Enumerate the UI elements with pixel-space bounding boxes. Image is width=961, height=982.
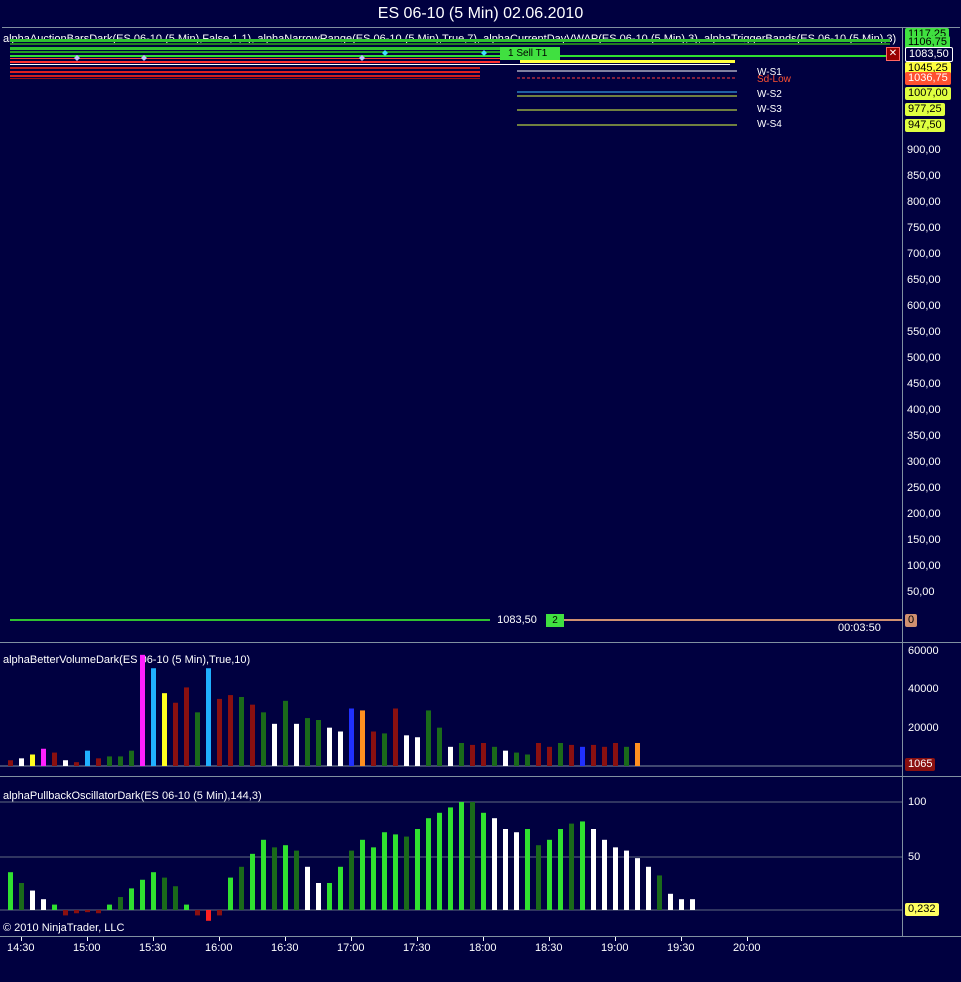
oscillator-bar: [679, 899, 684, 910]
oscillator-bar: [118, 897, 123, 910]
time-axis-tick: [153, 937, 154, 941]
oscillator-bar: [503, 829, 508, 910]
oscillator-bar: [492, 818, 497, 910]
oscillator-bar: [602, 839, 607, 910]
oscillator-bar: [129, 888, 134, 910]
time-axis-label: 20:00: [733, 942, 761, 954]
oscillator-bar: [404, 836, 409, 910]
oscillator-bar: [690, 899, 695, 910]
oscillator-bar: [613, 847, 618, 910]
oscillator-chart: [0, 801, 902, 921]
oscillator-bar: [261, 839, 266, 910]
oscillator-bar: [8, 872, 13, 910]
time-axis-tick: [417, 937, 418, 941]
oscillator-bar: [591, 829, 596, 910]
time-axis-label: 16:30: [271, 942, 299, 954]
oscillator-bar: [382, 832, 387, 910]
oscillator-bar: [85, 910, 90, 913]
time-axis-tick: [87, 937, 88, 941]
oscillator-bar: [151, 872, 156, 910]
oscillator-bar: [173, 886, 178, 910]
oscillator-bar: [41, 899, 46, 910]
oscillator-bar: [184, 904, 189, 910]
time-axis-label: 15:30: [139, 942, 167, 954]
time-axis-label: 14:30: [7, 942, 35, 954]
oscillator-bar: [624, 850, 629, 910]
oscillator-bar: [206, 910, 211, 921]
oscillator-bar: [470, 802, 475, 910]
time-axis-label: 15:00: [73, 942, 101, 954]
oscillator-bar: [393, 834, 398, 910]
time-axis-tick: [285, 937, 286, 941]
oscillator-bar: [63, 910, 68, 916]
oscillator-bar: [96, 910, 101, 914]
oscillator-bar: [327, 883, 332, 910]
oscillator-bar: [426, 818, 431, 910]
oscillator-bar: [448, 807, 453, 910]
time-axis-tick: [549, 937, 550, 941]
time-axis-tick: [615, 937, 616, 941]
oscillator-bar: [19, 883, 24, 910]
oscillator-bar: [580, 821, 585, 910]
oscillator-bar: [316, 883, 321, 910]
time-axis-label: 18:00: [469, 942, 497, 954]
oscillator-bar: [250, 853, 255, 910]
oscillator-bar: [415, 829, 420, 910]
time-axis-label: 17:30: [403, 942, 431, 954]
oscillator-bar: [349, 850, 354, 910]
oscillator-bar: [635, 858, 640, 910]
oscillator-bar: [338, 866, 343, 910]
oscillator-bar: [217, 910, 222, 916]
oscillator-bar: [547, 839, 552, 910]
oscillator-bar: [294, 850, 299, 910]
oscillator-bar: [371, 847, 376, 910]
time-axis-tick: [351, 937, 352, 941]
oscillator-bar: [437, 812, 442, 910]
oscillator-bar: [283, 845, 288, 910]
oscillator-bar: [162, 877, 167, 910]
time-axis-tick: [21, 937, 22, 941]
copyright: © 2010 NinjaTrader, LLC: [3, 922, 125, 934]
time-axis-label: 17:00: [337, 942, 365, 954]
time-axis-tick: [747, 937, 748, 941]
time-axis-label: 19:30: [667, 942, 695, 954]
time-axis-label: 18:30: [535, 942, 563, 954]
oscillator-bar: [525, 829, 530, 910]
oscillator-bar: [195, 910, 200, 916]
oscillator-bar: [30, 890, 35, 910]
oscillator-bar: [459, 802, 464, 910]
time-axis-tick: [219, 937, 220, 941]
oscillator-bar: [239, 866, 244, 910]
oscillator-bar: [305, 866, 310, 910]
oscillator-bar: [74, 910, 79, 914]
oscillator-bar: [514, 832, 519, 910]
oscillator-bar: [228, 877, 233, 910]
oscillator-bar: [272, 847, 277, 910]
time-axis-tick: [681, 937, 682, 941]
oscillator-bar: [646, 866, 651, 910]
oscillator-bar: [558, 829, 563, 910]
oscillator-bar: [360, 839, 365, 910]
oscillator-bar: [481, 812, 486, 910]
oscillator-bar: [569, 823, 574, 910]
oscillator-bar: [107, 904, 112, 910]
oscillator-bar: [668, 893, 673, 910]
oscillator-bar: [140, 879, 145, 910]
time-axis-label: 16:00: [205, 942, 233, 954]
panel-separator: [0, 936, 961, 937]
oscillator-bar: [536, 845, 541, 910]
time-axis-label: 19:00: [601, 942, 629, 954]
oscillator-bar: [52, 904, 57, 910]
oscillator-bar: [657, 875, 662, 910]
time-axis-tick: [483, 937, 484, 941]
